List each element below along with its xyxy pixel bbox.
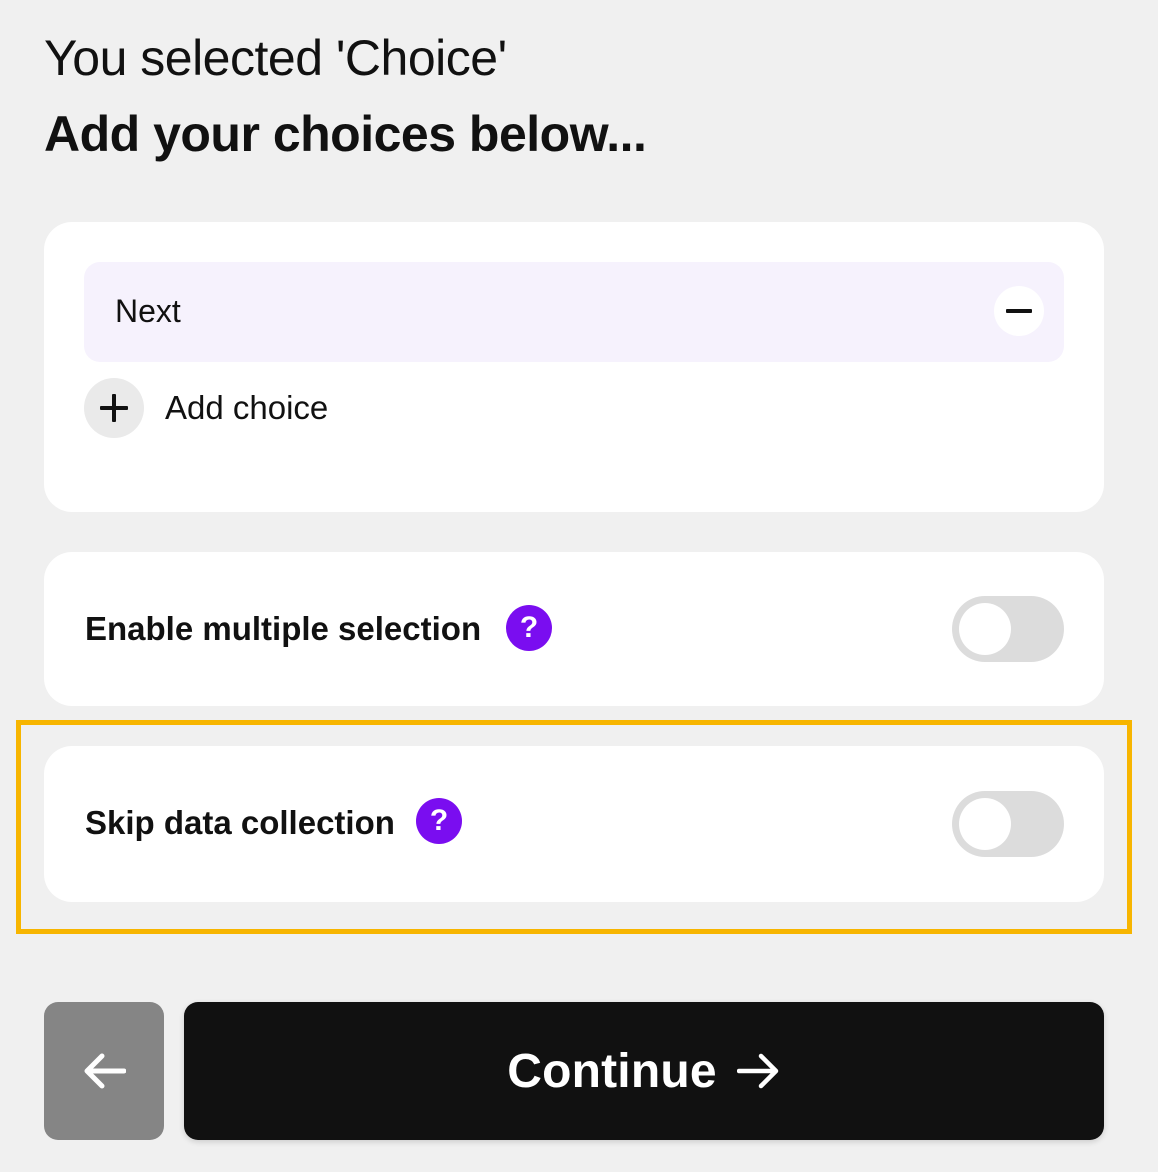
skip-data-collection-option: Skip data collection ? (44, 746, 1104, 902)
add-choice-label[interactable]: Add choice (165, 378, 328, 438)
selected-type-text: You selected 'Choice' (44, 30, 507, 86)
multiple-selection-option: Enable multiple selection ? (44, 552, 1104, 706)
toggle-knob (959, 603, 1011, 655)
help-icon[interactable]: ? (416, 798, 462, 844)
page-title: Add your choices below... (44, 106, 647, 162)
help-icon[interactable]: ? (506, 605, 552, 651)
choice-editor-page: You selected 'Choice' Add your choices b… (0, 0, 1158, 1172)
minus-icon (1006, 309, 1032, 313)
multiple-selection-label: Enable multiple selection (85, 610, 482, 647)
back-button[interactable] (44, 1002, 164, 1140)
remove-choice-button[interactable] (994, 286, 1044, 336)
choice-item-label[interactable]: Next (115, 262, 181, 360)
add-choice-button[interactable]: Add choice (84, 378, 484, 438)
continue-label: Continue (507, 1044, 717, 1098)
choices-card: Next Add choice (44, 222, 1104, 512)
multiple-selection-toggle[interactable] (952, 596, 1064, 662)
choice-item[interactable]: Next (84, 262, 1064, 362)
arrow-left-icon (84, 1053, 126, 1089)
toggle-knob (959, 798, 1011, 850)
skip-data-collection-toggle[interactable] (952, 791, 1064, 857)
arrow-right-icon (736, 1053, 779, 1089)
skip-data-collection-label: Skip data collection (85, 804, 395, 841)
continue-button[interactable]: Continue (184, 1002, 1104, 1140)
plus-icon[interactable] (84, 378, 144, 438)
